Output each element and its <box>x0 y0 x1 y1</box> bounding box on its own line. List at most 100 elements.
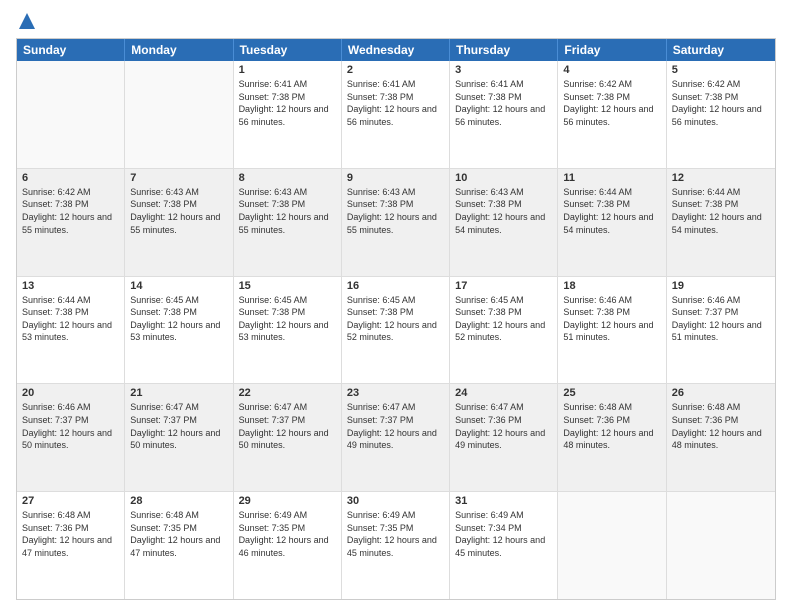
cell-info: Sunrise: 6:44 AM Sunset: 7:38 PM Dayligh… <box>672 186 770 236</box>
day-number: 30 <box>347 495 444 507</box>
day-header-monday: Monday <box>125 39 233 61</box>
day-number: 24 <box>455 387 552 399</box>
day-number: 11 <box>563 172 660 184</box>
calendar-cell: 13 Sunrise: 6:44 AM Sunset: 7:38 PM Dayli… <box>17 277 125 384</box>
day-header-wednesday: Wednesday <box>342 39 450 61</box>
day-number: 3 <box>455 64 552 76</box>
day-number: 26 <box>672 387 770 399</box>
calendar-cell: 20 Sunrise: 6:46 AM Sunset: 7:37 PM Dayli… <box>17 384 125 491</box>
day-number: 22 <box>239 387 336 399</box>
day-number: 31 <box>455 495 552 507</box>
day-number: 12 <box>672 172 770 184</box>
cell-info: Sunrise: 6:48 AM Sunset: 7:35 PM Dayligh… <box>130 509 227 559</box>
calendar-cell: 25Sunrise: 6:48 AM Sunset: 7:36 PM Dayli… <box>558 384 666 491</box>
header <box>16 12 776 30</box>
calendar-cell: 1 Sunrise: 6:41 AM Sunset: 7:38 PM Daylig… <box>234 61 342 168</box>
calendar-cell <box>667 492 775 599</box>
calendar-cell: 31 Sunrise: 6:49 AM Sunset: 7:34 PM Dayli… <box>450 492 558 599</box>
day-number: 6 <box>22 172 119 184</box>
calendar-cell: 19 Sunrise: 6:46 AM Sunset: 7:37 PM Dayli… <box>667 277 775 384</box>
day-number: 10 <box>455 172 552 184</box>
calendar-cell: 7 Sunrise: 6:43 AM Sunset: 7:38 PM Daylig… <box>125 169 233 276</box>
logo-triangle-icon <box>18 12 36 30</box>
day-headers: SundayMondayTuesdayWednesdayThursdayFrid… <box>17 39 775 61</box>
cell-info: Sunrise: 6:45 AM Sunset: 7:38 PM Dayligh… <box>130 294 227 344</box>
cell-info: Sunrise: 6:44 AM Sunset: 7:38 PM Dayligh… <box>22 294 119 344</box>
day-header-tuesday: Tuesday <box>234 39 342 61</box>
calendar-cell: 27Sunrise: 6:48 AM Sunset: 7:36 PM Dayli… <box>17 492 125 599</box>
cell-info: Sunrise: 6:47 AM Sunset: 7:37 PM Dayligh… <box>130 401 227 451</box>
calendar-cell: 4 Sunrise: 6:42 AM Sunset: 7:38 PM Daylig… <box>558 61 666 168</box>
day-number: 23 <box>347 387 444 399</box>
cell-info: Sunrise: 6:46 AM Sunset: 7:37 PM Dayligh… <box>22 401 119 451</box>
cell-info: Sunrise: 6:45 AM Sunset: 7:38 PM Dayligh… <box>455 294 552 344</box>
day-number: 16 <box>347 280 444 292</box>
day-number: 2 <box>347 64 444 76</box>
calendar-cell <box>125 61 233 168</box>
cell-info: Sunrise: 6:44 AM Sunset: 7:38 PM Dayligh… <box>563 186 660 236</box>
day-number: 9 <box>347 172 444 184</box>
cell-info: Sunrise: 6:47 AM Sunset: 7:36 PM Dayligh… <box>455 401 552 451</box>
calendar-cell: 2Sunrise: 6:41 AM Sunset: 7:38 PM Daylig… <box>342 61 450 168</box>
cell-info: Sunrise: 6:49 AM Sunset: 7:34 PM Dayligh… <box>455 509 552 559</box>
cell-info: Sunrise: 6:49 AM Sunset: 7:35 PM Dayligh… <box>239 509 336 559</box>
cell-info: Sunrise: 6:41 AM Sunset: 7:38 PM Dayligh… <box>455 78 552 128</box>
day-number: 15 <box>239 280 336 292</box>
cell-info: Sunrise: 6:45 AM Sunset: 7:38 PM Dayligh… <box>347 294 444 344</box>
calendar-cell: 14 Sunrise: 6:45 AM Sunset: 7:38 PM Dayli… <box>125 277 233 384</box>
calendar-cell: 16 Sunrise: 6:45 AM Sunset: 7:38 PM Dayli… <box>342 277 450 384</box>
cell-info: Sunrise: 6:41 AM Sunset: 7:38 PM Dayligh… <box>239 78 336 128</box>
calendar-cell: 28 Sunrise: 6:48 AM Sunset: 7:35 PM Dayli… <box>125 492 233 599</box>
cell-info: Sunrise: 6:42 AM Sunset: 7:38 PM Dayligh… <box>672 78 770 128</box>
cell-info: Sunrise: 6:42 AM Sunset: 7:38 PM Dayligh… <box>563 78 660 128</box>
calendar-cell: 18Sunrise: 6:46 AM Sunset: 7:38 PM Dayli… <box>558 277 666 384</box>
calendar-cell: 6Sunrise: 6:42 AM Sunset: 7:38 PM Daylig… <box>17 169 125 276</box>
logo <box>16 12 36 30</box>
day-number: 29 <box>239 495 336 507</box>
calendar-row: 6Sunrise: 6:42 AM Sunset: 7:38 PM Daylig… <box>17 169 775 277</box>
cell-info: Sunrise: 6:48 AM Sunset: 7:36 PM Dayligh… <box>672 401 770 451</box>
day-number: 28 <box>130 495 227 507</box>
calendar-row: 27Sunrise: 6:48 AM Sunset: 7:36 PM Dayli… <box>17 492 775 599</box>
cell-info: Sunrise: 6:43 AM Sunset: 7:38 PM Dayligh… <box>347 186 444 236</box>
calendar-cell: 17Sunrise: 6:45 AM Sunset: 7:38 PM Dayli… <box>450 277 558 384</box>
calendar-cell: 23 Sunrise: 6:47 AM Sunset: 7:37 PM Dayli… <box>342 384 450 491</box>
day-number: 5 <box>672 64 770 76</box>
cell-info: Sunrise: 6:47 AM Sunset: 7:37 PM Dayligh… <box>347 401 444 451</box>
cell-info: Sunrise: 6:49 AM Sunset: 7:35 PM Dayligh… <box>347 509 444 559</box>
day-header-thursday: Thursday <box>450 39 558 61</box>
calendar-cell: 8 Sunrise: 6:43 AM Sunset: 7:38 PM Daylig… <box>234 169 342 276</box>
calendar-body: 1 Sunrise: 6:41 AM Sunset: 7:38 PM Daylig… <box>17 61 775 599</box>
calendar-cell: 9 Sunrise: 6:43 AM Sunset: 7:38 PM Daylig… <box>342 169 450 276</box>
day-header-sunday: Sunday <box>17 39 125 61</box>
day-header-saturday: Saturday <box>667 39 775 61</box>
calendar-cell: 24 Sunrise: 6:47 AM Sunset: 7:36 PM Dayli… <box>450 384 558 491</box>
day-number: 8 <box>239 172 336 184</box>
calendar-cell: 12 Sunrise: 6:44 AM Sunset: 7:38 PM Dayli… <box>667 169 775 276</box>
day-number: 4 <box>563 64 660 76</box>
calendar-cell: 11 Sunrise: 6:44 AM Sunset: 7:38 PM Dayli… <box>558 169 666 276</box>
page: SundayMondayTuesdayWednesdayThursdayFrid… <box>0 0 792 612</box>
day-number: 25 <box>563 387 660 399</box>
calendar-row: 1 Sunrise: 6:41 AM Sunset: 7:38 PM Daylig… <box>17 61 775 169</box>
day-number: 14 <box>130 280 227 292</box>
calendar-row: 20 Sunrise: 6:46 AM Sunset: 7:37 PM Dayli… <box>17 384 775 492</box>
cell-info: Sunrise: 6:46 AM Sunset: 7:37 PM Dayligh… <box>672 294 770 344</box>
day-number: 19 <box>672 280 770 292</box>
day-number: 13 <box>22 280 119 292</box>
calendar-cell: 21Sunrise: 6:47 AM Sunset: 7:37 PM Dayli… <box>125 384 233 491</box>
cell-info: Sunrise: 6:47 AM Sunset: 7:37 PM Dayligh… <box>239 401 336 451</box>
day-number: 7 <box>130 172 227 184</box>
calendar-cell: 3 Sunrise: 6:41 AM Sunset: 7:38 PM Daylig… <box>450 61 558 168</box>
calendar-cell <box>17 61 125 168</box>
calendar-cell: 26 Sunrise: 6:48 AM Sunset: 7:36 PM Dayli… <box>667 384 775 491</box>
calendar-cell: 10 Sunrise: 6:43 AM Sunset: 7:38 PM Dayli… <box>450 169 558 276</box>
day-number: 20 <box>22 387 119 399</box>
cell-info: Sunrise: 6:48 AM Sunset: 7:36 PM Dayligh… <box>22 509 119 559</box>
calendar-cell: 29 Sunrise: 6:49 AM Sunset: 7:35 PM Dayli… <box>234 492 342 599</box>
cell-info: Sunrise: 6:43 AM Sunset: 7:38 PM Dayligh… <box>239 186 336 236</box>
day-number: 1 <box>239 64 336 76</box>
calendar-cell: 30 Sunrise: 6:49 AM Sunset: 7:35 PM Dayli… <box>342 492 450 599</box>
cell-info: Sunrise: 6:43 AM Sunset: 7:38 PM Dayligh… <box>455 186 552 236</box>
cell-info: Sunrise: 6:43 AM Sunset: 7:38 PM Dayligh… <box>130 186 227 236</box>
